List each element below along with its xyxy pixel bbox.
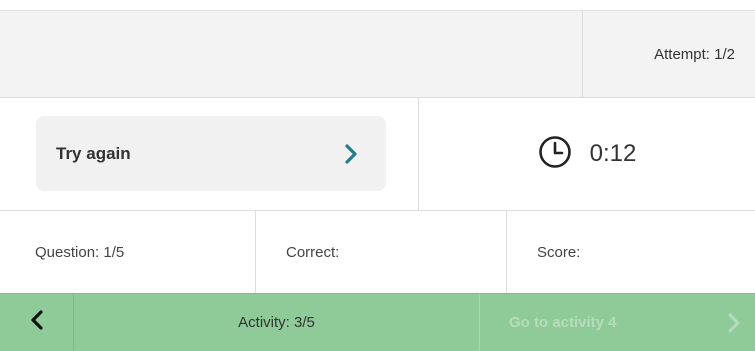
header-bar: Attempt: 1/2 bbox=[0, 11, 755, 98]
previous-activity-button[interactable] bbox=[0, 294, 74, 351]
correct-counter: Correct: bbox=[256, 211, 507, 293]
timer-value: 0:12 bbox=[589, 140, 637, 167]
try-again-button[interactable]: Try again bbox=[36, 116, 386, 191]
next-activity-button[interactable]: Go to activity 4 bbox=[479, 294, 755, 351]
next-activity-label: Go to activity 4 bbox=[509, 314, 617, 331]
action-row: Try again 0:12 bbox=[0, 98, 755, 211]
activity-progress: Activity: 3/5 bbox=[238, 314, 315, 331]
score-counter: Score: bbox=[537, 243, 581, 261]
stats-row: Question: 1/5 Correct: Score: bbox=[0, 211, 755, 293]
try-again-label: Try again bbox=[56, 143, 131, 163]
chevron-left-icon bbox=[30, 309, 44, 336]
chevron-right-icon bbox=[344, 143, 360, 165]
chevron-right-icon bbox=[727, 294, 741, 351]
question-counter: Question: 1/5 bbox=[0, 211, 256, 293]
clock-icon bbox=[538, 135, 572, 174]
activity-footer: Activity: 3/5 Go to activity 4 bbox=[0, 293, 755, 351]
timer: 0:12 bbox=[419, 98, 755, 210]
attempt-counter: Attempt: 1/2 bbox=[582, 11, 755, 97]
